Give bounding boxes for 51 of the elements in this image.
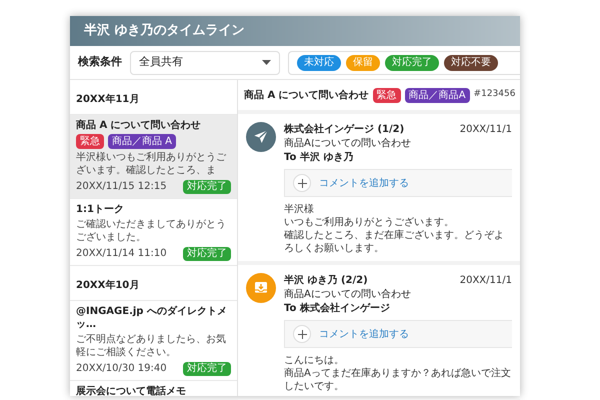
sender-name: 半沢 ゆき乃 (2/2) xyxy=(284,274,368,288)
status-badge: 対応完了 xyxy=(183,180,231,194)
status-badge: 対応完了 xyxy=(183,246,231,260)
message-body-line: いつもご利用ありがとうございます。 xyxy=(284,216,455,229)
message-date: 20XX/11/1 xyxy=(460,123,512,137)
window-title: 半沢 ゆき乃のタイムライン xyxy=(84,22,245,40)
timeline-item[interactable]: 1:1トーク ご確認いただきましてありがとうございました。 20XX/11/14 11:10 対応完了 xyxy=(70,199,237,266)
timeline-item[interactable]: 展示会について電話メモ xyxy=(70,381,237,396)
add-comment-link[interactable]: コメントを追加する xyxy=(319,176,409,190)
item-preview: ご確認いただきましてありがとうございました。 xyxy=(76,218,227,244)
tag: 緊急 xyxy=(76,134,104,149)
sender-name: 株式会社インゲージ (1/2) xyxy=(284,122,404,137)
paper-plane-avatar-icon xyxy=(246,122,276,152)
message-body-line: 確認したところ、まだ在庫ございます。どうぞよろしくお願いします。 xyxy=(284,229,505,255)
item-time: 20XX/10/30 19:40 xyxy=(76,362,167,376)
plus-icon xyxy=(298,330,306,338)
tag: 商品／商品A xyxy=(404,88,470,102)
select-field[interactable]: 全員共有 xyxy=(130,50,280,74)
message-body-line: 商品Aってまだ在庫ありますか？あれば急いで注文したいです。 xyxy=(284,367,512,393)
add-comment-button[interactable] xyxy=(293,325,311,343)
item-preview: 半沢様いつもご利用ありがとうございます。確認したところ、ま xyxy=(76,151,227,177)
thread-number: #123456 xyxy=(474,88,516,102)
message-subject: 商品Aについての問い合わせ xyxy=(284,288,412,302)
message-body-line: こんにちは。 xyxy=(284,354,345,367)
tag: 緊急 xyxy=(372,88,401,102)
item-title: 商品 A について問い合わせ xyxy=(76,119,202,132)
month-heading: 20XX年11月 xyxy=(76,94,140,105)
filter-label: 検索条件 xyxy=(78,54,122,70)
item-time: 20XX/11/15 12:15 xyxy=(76,180,167,194)
tag: 商品／商品 A xyxy=(108,134,176,149)
inbox-avatar-icon xyxy=(246,273,276,303)
status-chip[interactable]: 対応不要 xyxy=(444,54,498,70)
message-date: 20XX/11/1 xyxy=(460,274,512,288)
thread-title: 商品 A について問い合わせ xyxy=(244,88,369,102)
status-badge: 対応完了 xyxy=(183,362,231,376)
add-comment-button[interactable] xyxy=(293,174,311,192)
timeline-item[interactable]: 商品 A について問い合わせ 緊急 商品／商品 A 半沢様いつもご利用ありがとうございます。確認したところ、ま 20XX/11/15 12:15 対応完了 xyxy=(70,115,237,199)
item-title: 展示会について電話メモ xyxy=(76,385,187,396)
message-recipient: To 株式会社インゲージ xyxy=(284,302,391,316)
item-title: @INGAGE.jp へのダイレクトメッ… xyxy=(76,305,228,331)
message-recipient: To 半沢 ゆき乃 xyxy=(284,151,354,165)
message-body-line: 半沢様 xyxy=(284,203,315,216)
month-heading: 20XX年10月 xyxy=(76,280,140,291)
item-time: 20XX/11/14 11:10 xyxy=(76,247,167,261)
item-title: 1:1トーク xyxy=(76,203,125,216)
plus-icon xyxy=(298,178,306,188)
caret-icon xyxy=(262,60,271,65)
item-preview: ご不明点などありましたら、お気軽にご相談ください。 xyxy=(76,333,227,359)
timeline-item[interactable]: @INGAGE.jp へのダイレクトメッ… ご不明点などありましたら、お気軽にご相談ください。 20XX/10/30 19:40 対応完了 xyxy=(70,301,237,381)
message-subject: 商品Aについての問い合わせ xyxy=(284,137,412,151)
add-comment-link[interactable]: コメントを追加する xyxy=(319,326,409,342)
